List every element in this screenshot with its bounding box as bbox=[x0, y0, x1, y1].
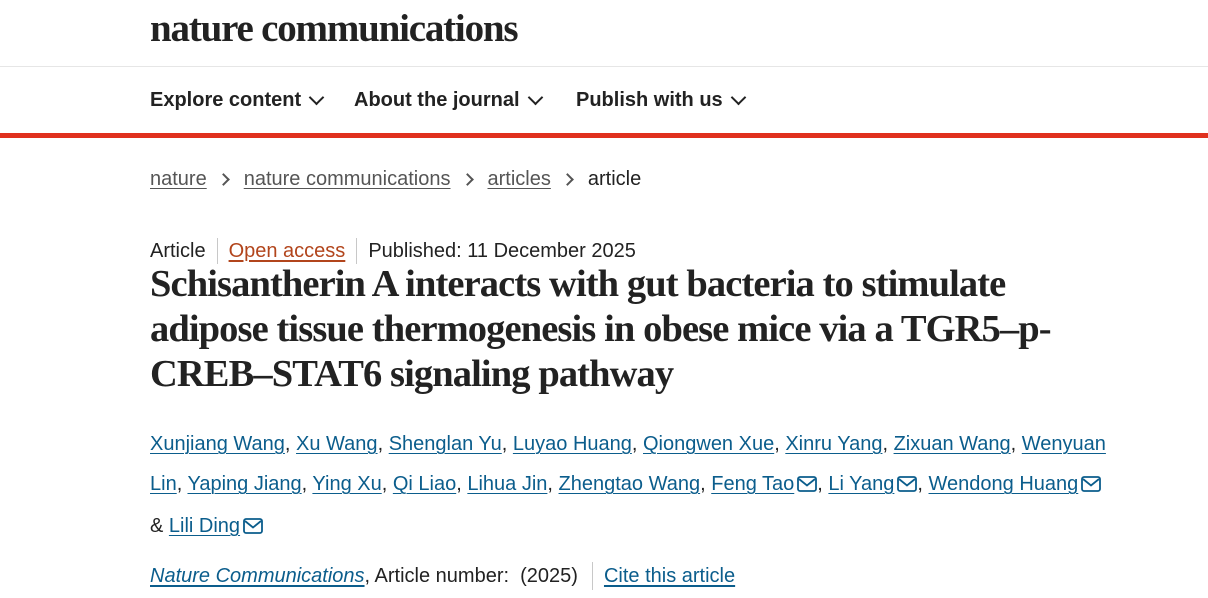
open-access-link[interactable]: Open access bbox=[229, 240, 346, 263]
author-separator: , bbox=[547, 473, 559, 495]
published-date: Published: 11 December 2025 bbox=[368, 239, 636, 262]
breadcrumb-nature[interactable]: nature bbox=[150, 168, 207, 191]
journal-name-link[interactable]: Nature Communications bbox=[150, 565, 365, 588]
article-meta: Article Open access Published: 11 Decemb… bbox=[150, 238, 636, 264]
author-separator: , bbox=[456, 473, 468, 495]
author-link[interactable]: Shenglan Yu bbox=[389, 433, 502, 455]
divider bbox=[591, 562, 593, 590]
article-title: Schisantherin A interacts with gut bacte… bbox=[150, 263, 1052, 395]
author-link[interactable]: Xinru Yang bbox=[785, 433, 882, 455]
breadcrumb-current: article bbox=[587, 168, 642, 190]
author-separator: , bbox=[1010, 433, 1022, 455]
author-separator: , bbox=[774, 433, 786, 455]
nav-explore-content[interactable]: Explore content bbox=[150, 89, 325, 112]
author-link[interactable]: Li Yang bbox=[828, 473, 894, 495]
email-icon[interactable] bbox=[897, 466, 918, 506]
email-icon[interactable] bbox=[243, 508, 263, 548]
breadcrumb: nature nature communications articles ar… bbox=[150, 168, 641, 191]
nav-label: Publish with us bbox=[576, 89, 723, 111]
author-separator: , bbox=[917, 473, 929, 495]
author-link[interactable]: Ying Xu bbox=[312, 473, 381, 495]
nav-label: Explore content bbox=[150, 89, 302, 111]
breadcrumb-articles[interactable]: articles bbox=[488, 168, 551, 191]
author-separator: , bbox=[631, 433, 643, 455]
nav-about-journal[interactable]: About the journal bbox=[354, 89, 543, 112]
author-link[interactable]: Lihua Jin bbox=[467, 473, 547, 495]
author-separator: & bbox=[150, 515, 169, 537]
nav-label: About the journal bbox=[354, 89, 520, 111]
nav-publish-with-us[interactable]: Publish with us bbox=[576, 89, 746, 112]
email-icon[interactable] bbox=[1081, 466, 1102, 506]
author-link[interactable]: Qiongwen Xue bbox=[643, 433, 774, 455]
chevron-right-icon bbox=[216, 173, 230, 186]
email-icon[interactable] bbox=[797, 466, 818, 506]
author-separator: , bbox=[700, 473, 712, 495]
author-separator: , bbox=[817, 473, 829, 495]
author-separator: , bbox=[882, 433, 894, 455]
main-nav: Explore content About the journal Publis… bbox=[0, 67, 1208, 138]
author-separator: , bbox=[301, 473, 313, 495]
chevron-right-icon bbox=[560, 173, 574, 186]
author-link[interactable]: Yaping Jiang bbox=[187, 473, 301, 495]
author-separator: , bbox=[381, 473, 393, 495]
author-separator: , bbox=[176, 473, 188, 495]
article-number: , Article number: (2025) bbox=[364, 564, 578, 587]
author-link[interactable]: Lili Ding bbox=[169, 515, 240, 537]
article-type: Article bbox=[150, 239, 206, 262]
masthead: nature communications bbox=[0, 0, 1208, 67]
author-separator: , bbox=[377, 433, 389, 455]
author-link[interactable]: Feng Tao bbox=[711, 473, 794, 495]
journal-line: Nature Communications , Article number: … bbox=[150, 562, 735, 590]
author-link[interactable]: Xunjiang Wang bbox=[150, 433, 285, 455]
cite-this-article-link[interactable]: Cite this article bbox=[604, 565, 735, 588]
breadcrumb-nature-communications[interactable]: nature communications bbox=[244, 168, 451, 191]
author-link[interactable]: Qi Liao bbox=[393, 473, 456, 495]
divider bbox=[216, 238, 218, 264]
author-link[interactable]: Wendong Huang bbox=[929, 473, 1079, 495]
chevron-down-icon bbox=[527, 89, 543, 106]
author-separator: , bbox=[501, 433, 513, 455]
author-link[interactable]: Zhengtao Wang bbox=[559, 473, 701, 495]
chevron-right-icon bbox=[460, 173, 474, 186]
author-separator: , bbox=[284, 433, 297, 455]
chevron-down-icon bbox=[308, 89, 325, 106]
author-link[interactable]: Xu Wang bbox=[296, 433, 378, 455]
author-list: Xunjiang Wang, Xu Wang, Shenglan Yu, Luy… bbox=[150, 424, 1110, 548]
journal-logo[interactable]: nature communications bbox=[150, 6, 519, 51]
author-link[interactable]: Luyao Huang bbox=[513, 433, 632, 455]
divider bbox=[356, 238, 358, 264]
author-link[interactable]: Zixuan Wang bbox=[894, 433, 1011, 455]
chevron-down-icon bbox=[730, 89, 746, 106]
